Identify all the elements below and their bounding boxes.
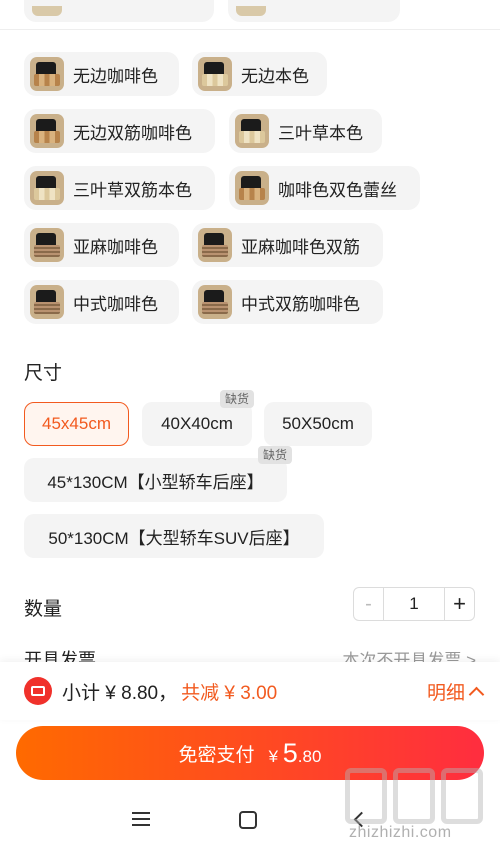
color-chip[interactable]: 三叶草双筋本色 [24, 166, 215, 210]
coupon-icon [24, 677, 52, 705]
size-option-50x130[interactable]: 50*130CM【大型轿车SUV后座】 [24, 514, 324, 558]
sku-selector-panel: 无边咖啡色 无边本色 无边双筋咖啡色 三叶草本色 三叶草双筋本色 咖啡色双色蕾丝… [8, 30, 492, 662]
natural-swatch-icon [30, 171, 64, 205]
size-option-45x130[interactable]: 45*130CM【小型轿车后座】 [24, 458, 287, 502]
quantity-decrease-button[interactable]: - [354, 588, 384, 620]
natural-swatch-icon [198, 57, 232, 91]
color-chip-label: 无边本色 [241, 66, 309, 86]
linen-swatch-icon [30, 228, 64, 262]
color-chip[interactable]: 亚麻咖啡色 [24, 223, 179, 267]
menu-icon[interactable] [129, 808, 153, 832]
color-chip-label: 咖啡色双色蕾丝 [278, 180, 397, 200]
color-chip-label: 亚麻咖啡色 [73, 237, 158, 257]
price-detail-button[interactable]: 明细 [426, 678, 485, 705]
quantity-increase-button[interactable]: + [444, 588, 474, 620]
pay-amount-main: 5 [282, 737, 298, 768]
partial-color-chip[interactable] [228, 0, 400, 22]
size-option-40x40[interactable]: 40X40cm [142, 402, 252, 446]
pay-amount: ¥ 5.80 [269, 738, 322, 769]
size-option-label: 45x45cm [42, 414, 111, 433]
quantity-section-title: 数量 [24, 599, 63, 620]
linen-swatch-icon [198, 285, 232, 319]
size-option-label: 50X50cm [282, 414, 354, 433]
color-chip[interactable]: 无边本色 [192, 52, 327, 96]
partial-color-chip[interactable] [24, 0, 214, 22]
color-chip-label: 亚麻咖啡色双筋 [241, 237, 360, 257]
pay-button-label: 免密支付 [178, 744, 255, 766]
color-chip[interactable]: 三叶草本色 [229, 109, 382, 153]
color-chip-label: 中式双筋咖啡色 [241, 294, 360, 314]
pay-amount-decimal: .80 [297, 746, 322, 766]
password-free-pay-button[interactable]: 免密支付 ¥ 5.80 [16, 726, 484, 780]
linen-swatch-icon [30, 285, 64, 319]
system-navigation-bar [0, 790, 500, 850]
invoice-value: 本次不开具发票 > [342, 651, 476, 662]
size-option-45x45[interactable]: 45x45cm [24, 402, 129, 446]
size-option-50x50[interactable]: 50X50cm [264, 402, 372, 446]
color-chip-label: 三叶草本色 [278, 123, 363, 143]
out-of-stock-badge: 缺货 [258, 446, 293, 464]
pay-currency: ¥ [268, 746, 279, 766]
natural-swatch-icon [235, 114, 269, 148]
color-chip-label: 无边双筋咖啡色 [73, 123, 192, 143]
dark-coffee-swatch-icon [235, 171, 269, 205]
invoice-label: 开具发票 [24, 650, 96, 662]
dark-coffee-swatch-icon [30, 57, 64, 91]
size-option-label: 50*130CM【大型轿车SUV后座】 [48, 528, 300, 548]
color-chip-label: 中式咖啡色 [73, 294, 158, 314]
price-detail-label: 明细 [426, 683, 465, 704]
size-option-label: 40X40cm [161, 414, 233, 433]
invoice-row[interactable]: 开具发票 本次不开具发票 > [24, 646, 492, 662]
out-of-stock-badge: 缺货 [220, 390, 255, 408]
color-chip[interactable]: 无边咖啡色 [24, 52, 179, 96]
dark-coffee-swatch-icon [30, 114, 64, 148]
price-summary-bar: 小计 ¥ 8.80， 共减 ¥ 3.00 明细 [0, 662, 500, 720]
color-chip[interactable]: 咖啡色双色蕾丝 [229, 166, 420, 210]
discount-text: 共减 ¥ 3.00 [181, 682, 278, 704]
size-option-label: 45*130CM【小型轿车后座】 [47, 472, 264, 492]
size-section-title: 尺寸 [24, 363, 63, 384]
color-chip[interactable]: 亚麻咖啡色双筋 [192, 223, 383, 267]
color-chip-label: 无边咖啡色 [73, 66, 158, 86]
subtotal-text: 小计 ¥ 8.80， [62, 682, 178, 704]
scrolled-chip-row [0, 0, 500, 30]
color-chip[interactable]: 中式咖啡色 [24, 280, 179, 324]
color-chip[interactable]: 无边双筋咖啡色 [24, 109, 215, 153]
color-chip[interactable]: 中式双筋咖啡色 [192, 280, 383, 324]
quantity-value[interactable]: 1 [384, 594, 444, 614]
home-icon[interactable] [236, 808, 260, 832]
linen-swatch-icon [198, 228, 232, 262]
color-chip-label: 三叶草双筋本色 [73, 180, 192, 200]
chevron-up-icon [468, 686, 485, 703]
back-icon[interactable] [348, 808, 372, 832]
quantity-stepper: - 1 + [353, 587, 475, 621]
